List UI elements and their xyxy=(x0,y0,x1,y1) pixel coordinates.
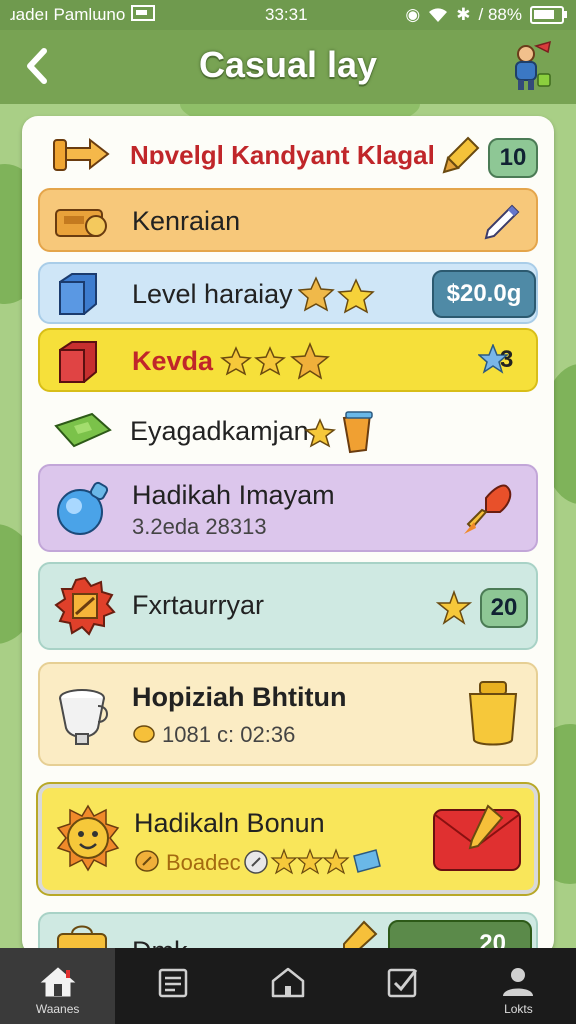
golden-jar-icon xyxy=(468,681,518,746)
battery-percent: / 88% xyxy=(478,5,522,24)
stars-icon xyxy=(220,342,330,380)
blue-cube-icon xyxy=(59,273,97,315)
list-item[interactable]: Kevda 3 xyxy=(38,328,538,392)
blue-potion-icon xyxy=(57,481,109,535)
red-envelope-icon[interactable] xyxy=(432,802,524,874)
sim-icon xyxy=(131,5,156,21)
clock: 33:31 xyxy=(265,5,308,24)
row-title: Fxrtaurryar xyxy=(132,590,265,620)
pencil-star-icon xyxy=(442,136,480,174)
page-title: Casual lay xyxy=(198,44,378,85)
row-title: Nɒvelgl Kandyant Klagal xyxy=(130,140,435,170)
home-icon xyxy=(40,967,75,997)
stars-icon xyxy=(244,848,381,875)
red-badge-icon xyxy=(54,576,116,636)
bluetooth-icon: ✱ xyxy=(456,5,471,24)
nav-home[interactable]: Waanes xyxy=(0,948,116,1024)
sun-character-icon xyxy=(56,804,120,872)
nav-label: Lokts xyxy=(504,1002,533,1016)
row-title: Kenraian xyxy=(132,206,241,236)
list-item[interactable]: Kenraian xyxy=(38,188,538,252)
row-title: Hopiziah Bhtitun xyxy=(132,682,347,712)
list-item[interactable]: Hadikaln Bonun Boadec xyxy=(38,784,538,894)
row-subtitle: 3.2eda 28313 xyxy=(132,514,267,539)
list-item[interactable]: Eyagadkamjan xyxy=(38,398,538,464)
coin-icon xyxy=(135,850,159,872)
wifi-icon xyxy=(429,8,448,22)
list-item[interactable]: Fxrtaurryar 20 xyxy=(38,562,538,650)
count-badge: 20 xyxy=(480,588,528,628)
row-subtitle: 1081 c: 02:36 xyxy=(162,722,296,747)
battery-icon xyxy=(530,6,567,24)
nav-label: Waanes xyxy=(35,1002,80,1016)
star-icon xyxy=(436,590,472,625)
carrier-name: ɹadeı Pamlɯno xyxy=(10,5,156,25)
nav-profile[interactable]: Lokts xyxy=(461,948,576,1024)
app-header: Casual lay xyxy=(0,30,576,104)
status-bar: ɹadeı Pamlɯno 33:31 ◉ ✱ / 88% xyxy=(0,0,576,30)
list-item[interactable]: Hopiziah Bhtitun 1081 c: 02:36 xyxy=(38,662,538,766)
price-button[interactable]: $20.0g xyxy=(432,270,536,318)
arrow-key-icon xyxy=(53,137,110,171)
star-cup-icon xyxy=(304,411,373,454)
row-title: Eyagadkamjan xyxy=(130,416,309,446)
coin-icon xyxy=(133,725,155,743)
row-subtitle: Boadec xyxy=(166,850,241,875)
stars-icon xyxy=(298,276,375,314)
house-outline-icon xyxy=(271,967,305,998)
count-badge: 3 xyxy=(500,346,514,373)
rocket-icon xyxy=(464,484,512,534)
list-item[interactable]: Level haraiay $20.0g xyxy=(38,262,538,324)
bottom-nav: Waanes Lokts xyxy=(0,948,576,1024)
red-box-icon xyxy=(59,341,97,383)
toilet-cup-icon xyxy=(59,689,108,745)
green-card-icon xyxy=(54,412,112,448)
row-title: Level haraiay xyxy=(132,279,293,309)
nav-house[interactable] xyxy=(230,948,345,1024)
checkbox-icon xyxy=(387,968,418,998)
list-item[interactable]: Hadikah Imayam 3.2eda 28313 xyxy=(38,464,538,552)
reward-panel: Nɒvelgl Kandyant Klagal 10 Kenraian Leve… xyxy=(22,116,554,972)
person-icon xyxy=(503,968,534,996)
pen-icon[interactable] xyxy=(482,202,522,242)
list-item[interactable]: Nɒvelgl Kandyant Klagal 10 xyxy=(38,124,538,186)
row-title: Kevda xyxy=(132,346,214,376)
row-title: Hadikah Imayam xyxy=(132,480,335,510)
player-avatar[interactable] xyxy=(506,40,554,92)
count-badge: 10 xyxy=(488,138,538,178)
row-title: Hadikaln Bonun xyxy=(134,808,325,838)
nav-tasks[interactable] xyxy=(346,948,461,1024)
treasure-box-icon xyxy=(55,209,107,237)
document-icon xyxy=(158,968,188,998)
character-icon xyxy=(515,40,551,90)
location-icon: ◉ xyxy=(405,5,421,24)
nav-list[interactable] xyxy=(115,948,230,1024)
